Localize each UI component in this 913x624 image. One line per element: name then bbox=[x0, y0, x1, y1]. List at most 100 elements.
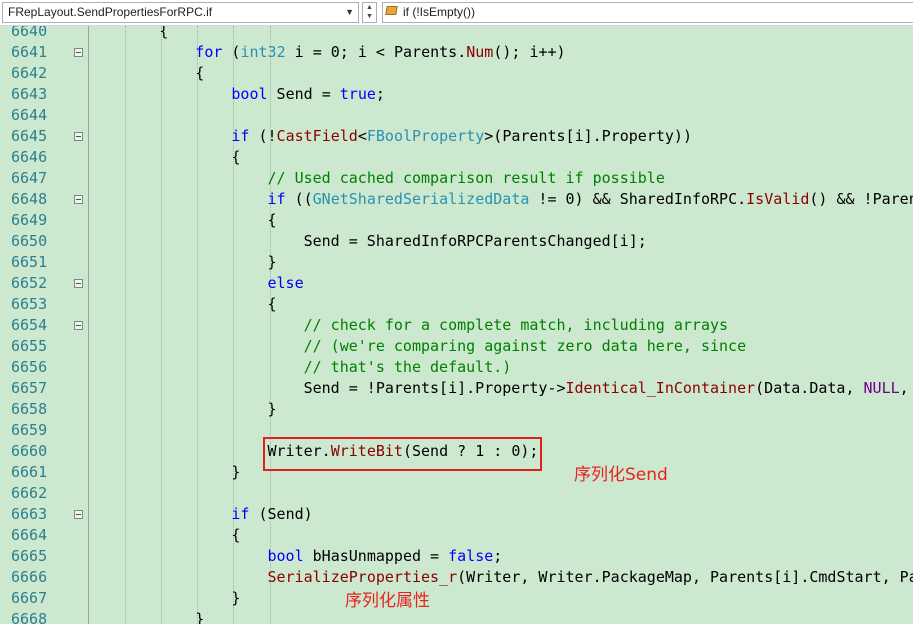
code-line[interactable]: 6655 // (we're comparing against zero dat… bbox=[0, 336, 913, 357]
code-token: if bbox=[231, 127, 250, 145]
code-token: { bbox=[195, 64, 205, 82]
arrow-down-icon[interactable]: ▼ bbox=[363, 12, 376, 21]
code-text: { bbox=[231, 147, 240, 168]
line-number: 6655 bbox=[11, 337, 48, 355]
code-text: else bbox=[268, 273, 304, 294]
code-token: (Send ? 1 : 0); bbox=[402, 442, 539, 460]
code-text: { bbox=[195, 63, 204, 84]
code-line[interactable]: 6640 { bbox=[0, 26, 913, 42]
code-line[interactable]: 6663 if (Send) bbox=[0, 504, 913, 525]
chevron-down-icon: ▼ bbox=[345, 7, 354, 17]
code-text: { bbox=[268, 294, 277, 315]
code-token: ( bbox=[222, 43, 241, 61]
code-token: // that's the default.) bbox=[303, 358, 512, 376]
collapse-icon[interactable] bbox=[74, 279, 83, 288]
line-number: 6660 bbox=[11, 442, 48, 460]
collapse-icon[interactable] bbox=[74, 195, 83, 204]
code-line[interactable]: 6641 for (int32 i = 0; i < Parents.Num();… bbox=[0, 42, 913, 63]
code-line[interactable]: 6653 { bbox=[0, 294, 913, 315]
code-token: { bbox=[231, 526, 241, 544]
code-text: SerializeProperties_r(Writer, Writer.Pac… bbox=[268, 567, 913, 588]
code-line[interactable]: 6648 if ((GNetSharedSerializedData != 0) … bbox=[0, 189, 913, 210]
line-number: 6641 bbox=[11, 43, 48, 61]
code-text: { bbox=[159, 26, 168, 42]
code-token: Num bbox=[466, 43, 494, 61]
code-token: WriteBit bbox=[330, 442, 403, 460]
line-number: 6651 bbox=[11, 253, 48, 271]
code-line[interactable]: 6657 Send = !Parents[i].Property->Identic… bbox=[0, 378, 913, 399]
code-token: >(Parents[i].Property)) bbox=[484, 127, 692, 145]
code-line[interactable]: 6658} bbox=[0, 399, 913, 420]
line-number: 6665 bbox=[11, 547, 48, 565]
code-token: else bbox=[267, 274, 304, 292]
code-token: bHasUnmapped = bbox=[303, 547, 449, 565]
code-line[interactable]: 6643 bool Send = true; bbox=[0, 84, 913, 105]
code-line[interactable]: 6649 { bbox=[0, 210, 913, 231]
code-token: Identical_InContainer bbox=[565, 379, 756, 397]
code-text: if ((GNetSharedSerializedData != 0) && S… bbox=[268, 189, 913, 210]
code-token: IsValid bbox=[746, 190, 810, 208]
code-text: // (we're comparing against zero data he… bbox=[304, 336, 747, 357]
code-line[interactable]: 6662 bbox=[0, 483, 913, 504]
code-line[interactable]: 6651} bbox=[0, 252, 913, 273]
member-icon bbox=[385, 6, 398, 15]
arrow-up-icon[interactable]: ▲ bbox=[363, 3, 376, 12]
navigation-bar: FRepLayout.SendPropertiesForRPC.if ▼ ▲ ▼… bbox=[0, 0, 913, 26]
code-text: // that's the default.) bbox=[304, 357, 512, 378]
code-line[interactable]: 6659 bbox=[0, 420, 913, 441]
code-token: // Used cached comparison result if poss… bbox=[267, 169, 665, 187]
code-line[interactable]: 6665 bool bHasUnmapped = false; bbox=[0, 546, 913, 567]
line-number: 6659 bbox=[11, 421, 48, 439]
collapse-icon[interactable] bbox=[74, 321, 83, 330]
code-token: { bbox=[231, 148, 241, 166]
collapse-icon[interactable] bbox=[74, 132, 83, 141]
collapse-icon[interactable] bbox=[74, 48, 83, 57]
code-line[interactable]: 6642 { bbox=[0, 63, 913, 84]
line-number: 6640 bbox=[11, 26, 48, 40]
scope-spinner[interactable]: ▲ ▼ bbox=[362, 2, 377, 23]
line-number: 6652 bbox=[11, 274, 48, 292]
code-line[interactable]: 6650 Send = SharedInfoRPCParentsChanged[i… bbox=[0, 231, 913, 252]
code-token: } bbox=[231, 463, 241, 481]
code-line[interactable]: 6666 SerializeProperties_r(Writer, Writer… bbox=[0, 567, 913, 588]
line-number: 6646 bbox=[11, 148, 48, 166]
collapse-icon[interactable] bbox=[74, 510, 83, 519]
code-line[interactable]: 6661} bbox=[0, 462, 913, 483]
code-line[interactable]: 6645 if (!CastField<FBoolProperty>(Parent… bbox=[0, 126, 913, 147]
code-line[interactable]: 6644 bbox=[0, 105, 913, 126]
code-text: // check for a complete match, including… bbox=[304, 315, 728, 336]
code-token: GNetSharedSerializedData bbox=[312, 190, 530, 208]
line-number: 6658 bbox=[11, 400, 48, 418]
code-text: Send = SharedInfoRPCParentsChanged[i]; bbox=[304, 231, 647, 252]
scope-dropdown[interactable]: FRepLayout.SendPropertiesForRPC.if ▼ bbox=[2, 2, 359, 23]
code-token: FBoolProperty bbox=[366, 127, 485, 145]
code-token: (Data.Data, bbox=[755, 379, 864, 397]
code-line[interactable]: 6668} bbox=[0, 609, 913, 624]
line-number: 6647 bbox=[11, 169, 48, 187]
code-line[interactable]: 6647 // Used cached comparison result if … bbox=[0, 168, 913, 189]
code-token: ; bbox=[375, 85, 385, 103]
code-line[interactable]: 6652 else bbox=[0, 273, 913, 294]
code-line[interactable]: 6664 { bbox=[0, 525, 913, 546]
code-token: for bbox=[195, 43, 223, 61]
code-editor[interactable]: 序列化Send 序列化属性 6640{6641 for (int32 i = 0;… bbox=[0, 26, 913, 624]
code-text: } bbox=[268, 399, 277, 420]
code-line[interactable]: 6654 // check for a complete match, inclu… bbox=[0, 315, 913, 336]
code-text: } bbox=[195, 609, 204, 624]
code-token: (Send) bbox=[249, 505, 313, 523]
code-line[interactable]: 6667} bbox=[0, 588, 913, 609]
code-line[interactable]: 6646 { bbox=[0, 147, 913, 168]
member-dropdown[interactable]: if (!IsEmpty()) bbox=[382, 2, 913, 23]
line-number: 6656 bbox=[11, 358, 48, 376]
line-number: 6643 bbox=[11, 85, 48, 103]
code-text: if (!CastField<FBoolProperty>(Parents[i]… bbox=[231, 126, 692, 147]
code-text: { bbox=[268, 210, 277, 231]
code-token: Send = SharedInfoRPCParentsChanged[i]; bbox=[303, 232, 647, 250]
line-number: 6650 bbox=[11, 232, 48, 250]
line-number: 6667 bbox=[11, 589, 48, 607]
code-line[interactable]: 6660 Writer.WriteBit(Send ? 1 : 0); bbox=[0, 441, 913, 462]
line-number: 6663 bbox=[11, 505, 48, 523]
code-line[interactable]: 6656 // that's the default.) bbox=[0, 357, 913, 378]
code-token: () && !Parent bbox=[809, 190, 913, 208]
code-token: < bbox=[357, 127, 367, 145]
